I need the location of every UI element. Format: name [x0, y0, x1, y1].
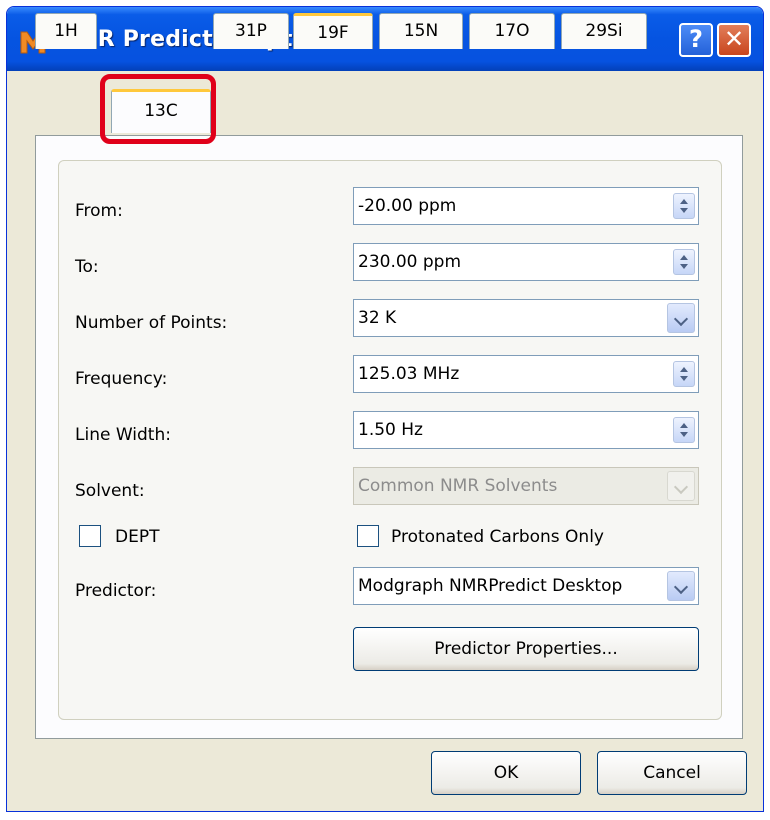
tab-page-13c: From: -20.00 ppm To: 230.00 ppm Number o…	[35, 135, 743, 739]
tab-19f[interactable]: 19F	[293, 13, 373, 49]
predictor-value: Modgraph NMRPredict Desktop	[358, 576, 623, 596]
frequency-field[interactable]: 125.03 MHz	[353, 355, 699, 393]
dept-checkbox[interactable]	[79, 525, 101, 547]
tab-15n[interactable]: 15N	[379, 13, 463, 49]
predictor-select[interactable]: Modgraph NMRPredict Desktop	[353, 567, 699, 605]
selected-tab-highlight	[100, 74, 216, 144]
tab-29si[interactable]: 29Si	[561, 13, 647, 49]
settings-group: From: -20.00 ppm To: 230.00 ppm Number o…	[58, 160, 722, 720]
from-field[interactable]: -20.00 ppm	[353, 187, 699, 225]
spin-up-icon	[680, 423, 688, 428]
line-width-spinner[interactable]	[673, 417, 695, 443]
predictor-label: Predictor:	[75, 581, 157, 601]
tab-1h[interactable]: 1H	[35, 13, 97, 49]
cancel-button[interactable]: Cancel	[597, 751, 747, 795]
tab-31p[interactable]: 31P	[213, 13, 289, 49]
spin-up-icon	[680, 367, 688, 372]
spin-down-icon	[680, 376, 688, 381]
solvent-dropdown-button	[667, 471, 695, 501]
solvent-value: Common NMR Solvents	[358, 476, 558, 496]
ok-button[interactable]: OK	[431, 751, 581, 795]
points-label: Number of Points:	[75, 313, 228, 333]
help-button[interactable]: ?	[679, 23, 713, 57]
chevron-down-icon	[673, 311, 689, 327]
spin-down-icon	[680, 264, 688, 269]
spin-up-icon	[680, 199, 688, 204]
chevron-down-icon	[673, 479, 689, 495]
frequency-value: 125.03 MHz	[358, 364, 460, 384]
solvent-label: Solvent:	[75, 481, 145, 501]
points-value: 32 K	[358, 308, 397, 328]
solvent-select: Common NMR Solvents	[353, 467, 699, 505]
close-button[interactable]: ✕	[717, 23, 751, 57]
line-width-field[interactable]: 1.50 Hz	[353, 411, 699, 449]
frequency-spinner[interactable]	[673, 361, 695, 387]
to-spinner[interactable]	[673, 249, 695, 275]
from-value: -20.00 ppm	[358, 196, 457, 216]
line-width-label: Line Width:	[75, 425, 171, 445]
chevron-down-icon	[673, 579, 689, 595]
to-field[interactable]: 230.00 ppm	[353, 243, 699, 281]
predictor-properties-button[interactable]: Predictor Properties...	[353, 627, 699, 671]
protonated-carbons-checkbox[interactable]	[357, 525, 379, 547]
spin-up-icon	[680, 255, 688, 260]
dept-label[interactable]: DEPT	[115, 527, 159, 547]
to-label: To:	[75, 257, 99, 277]
spin-down-icon	[680, 208, 688, 213]
line-width-value: 1.50 Hz	[358, 420, 423, 440]
from-spinner[interactable]	[673, 193, 695, 219]
to-value: 230.00 ppm	[358, 252, 462, 272]
from-label: From:	[75, 201, 123, 221]
tab-17o[interactable]: 17O	[469, 13, 555, 49]
points-select[interactable]: 32 K	[353, 299, 699, 337]
predictor-dropdown-button[interactable]	[667, 571, 695, 601]
protonated-carbons-label[interactable]: Protonated Carbons Only	[391, 527, 604, 547]
spin-down-icon	[680, 432, 688, 437]
points-dropdown-button[interactable]	[667, 303, 695, 333]
frequency-label: Frequency:	[75, 369, 168, 389]
